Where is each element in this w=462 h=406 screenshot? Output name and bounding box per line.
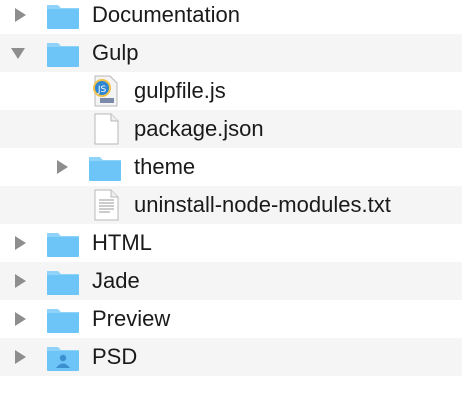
tree-row-documentation[interactable]: Documentation	[0, 0, 462, 34]
tree-row-label: Jade	[92, 268, 140, 293]
disclosure-collapsed-icon[interactable]	[54, 159, 70, 175]
disclosure-collapsed-icon[interactable]	[12, 349, 28, 365]
tree-row-gulpfile[interactable]: JS gulpfile.js	[0, 72, 462, 110]
javascript-file-icon: JS	[93, 75, 118, 107]
svg-text:JS: JS	[97, 85, 107, 95]
tree-row-label: Documentation	[92, 2, 240, 27]
folder-icon	[47, 233, 79, 257]
text-file-icon	[94, 189, 119, 221]
tree-row-label: gulpfile.js	[134, 78, 226, 103]
folder-icon	[47, 5, 79, 29]
tree-row-label: PSD	[92, 344, 138, 369]
tree-row-uninstall-txt[interactable]: uninstall-node-modules.txt	[0, 186, 462, 224]
user-folder-icon	[47, 347, 79, 371]
file-tree: Documentation Gulp JS gulpfile.js packag…	[0, 0, 462, 406]
disclosure-collapsed-icon[interactable]	[12, 311, 28, 327]
disclosure-collapsed-icon[interactable]	[12, 235, 28, 251]
tree-row-label: package.json	[134, 116, 264, 141]
disclosure-collapsed-icon[interactable]	[12, 273, 28, 289]
tree-row-package-json[interactable]: package.json	[0, 110, 462, 148]
tree-row-theme[interactable]: theme	[0, 148, 462, 186]
tree-row-label: uninstall-node-modules.txt	[134, 192, 391, 217]
disclosure-expanded-icon[interactable]	[10, 45, 26, 61]
tree-row-jade[interactable]: Jade	[0, 262, 462, 300]
folder-icon	[47, 271, 79, 295]
blank-file-icon	[94, 113, 119, 145]
tree-row-label: HTML	[92, 230, 152, 255]
tree-row-psd[interactable]: PSD	[0, 338, 462, 376]
folder-icon	[89, 157, 121, 181]
tree-row-label: theme	[134, 154, 196, 179]
tree-row-gulp[interactable]: Gulp	[0, 34, 462, 72]
tree-row-label: Preview	[92, 306, 171, 331]
folder-icon	[47, 43, 79, 67]
tree-row-html[interactable]: HTML	[0, 224, 462, 262]
folder-icon	[47, 309, 79, 333]
disclosure-collapsed-icon[interactable]	[12, 7, 28, 23]
tree-row-preview[interactable]: Preview	[0, 300, 462, 338]
tree-row-label: Gulp	[92, 40, 139, 65]
